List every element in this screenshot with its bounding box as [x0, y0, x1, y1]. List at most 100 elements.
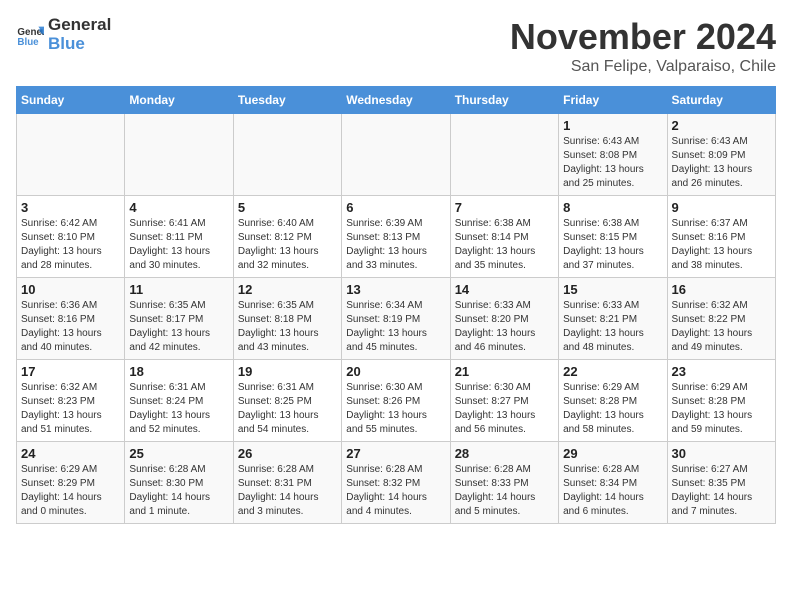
day-number: 2 [672, 118, 771, 133]
day-info: Sunrise: 6:32 AM Sunset: 8:22 PM Dayligh… [672, 299, 771, 355]
day-info: Sunrise: 6:28 AM Sunset: 8:31 PM Dayligh… [238, 463, 337, 519]
calendar-table: SundayMondayTuesdayWednesdayThursdayFrid… [16, 86, 776, 524]
calendar-cell: 14 Sunrise: 6:33 AM Sunset: 8:20 PM Dayli… [450, 278, 558, 360]
calendar-cell: 8 Sunrise: 6:38 AM Sunset: 8:15 PM Daylig… [559, 196, 667, 278]
day-info: Sunrise: 6:33 AM Sunset: 8:20 PM Dayligh… [455, 299, 554, 355]
day-number: 7 [455, 200, 554, 215]
title-area: November 2024 San Felipe, Valparaiso, Ch… [510, 16, 776, 76]
day-info: Sunrise: 6:35 AM Sunset: 8:17 PM Dayligh… [129, 299, 228, 355]
col-header-monday: Monday [125, 87, 233, 114]
day-number: 9 [672, 200, 771, 215]
logo-blue: Blue [48, 35, 111, 54]
day-number: 18 [129, 364, 228, 379]
calendar-cell: 10 Sunrise: 6:36 AM Sunset: 8:16 PM Dayli… [17, 278, 125, 360]
month-title: November 2024 [510, 16, 776, 58]
calendar-cell: 13Sunrise: 6:34 AM Sunset: 8:19 PM Dayli… [342, 278, 450, 360]
calendar-cell: 15Sunrise: 6:33 AM Sunset: 8:21 PM Dayli… [559, 278, 667, 360]
calendar-cell: 12 Sunrise: 6:35 AM Sunset: 8:18 PM Dayli… [233, 278, 341, 360]
calendar-cell: 19 Sunrise: 6:31 AM Sunset: 8:25 PM Dayli… [233, 360, 341, 442]
day-number: 17 [21, 364, 120, 379]
calendar-cell: 4 Sunrise: 6:41 AM Sunset: 8:11 PM Daylig… [125, 196, 233, 278]
day-info: Sunrise: 6:28 AM Sunset: 8:32 PM Dayligh… [346, 463, 445, 519]
day-number: 27 [346, 446, 445, 461]
day-number: 26 [238, 446, 337, 461]
calendar-cell: 30 Sunrise: 6:27 AM Sunset: 8:35 PM Dayli… [667, 442, 775, 524]
day-number: 8 [563, 200, 662, 215]
calendar-cell: 27 Sunrise: 6:28 AM Sunset: 8:32 PM Dayli… [342, 442, 450, 524]
day-info: Sunrise: 6:35 AM Sunset: 8:18 PM Dayligh… [238, 299, 337, 355]
day-info: Sunrise: 6:40 AM Sunset: 8:12 PM Dayligh… [238, 217, 337, 273]
day-number: 16 [672, 282, 771, 297]
calendar-cell: 7 Sunrise: 6:38 AM Sunset: 8:14 PM Daylig… [450, 196, 558, 278]
day-number: 20 [346, 364, 445, 379]
day-number: 6 [346, 200, 445, 215]
day-info: Sunrise: 6:37 AM Sunset: 8:16 PM Dayligh… [672, 217, 771, 273]
calendar-cell: 23Sunrise: 6:29 AM Sunset: 8:28 PM Dayli… [667, 360, 775, 442]
calendar-cell [450, 114, 558, 196]
col-header-wednesday: Wednesday [342, 87, 450, 114]
calendar-cell: 2Sunrise: 6:43 AM Sunset: 8:09 PM Daylig… [667, 114, 775, 196]
day-number: 5 [238, 200, 337, 215]
week-row-5: 24Sunrise: 6:29 AM Sunset: 8:29 PM Dayli… [17, 442, 776, 524]
day-number: 1 [563, 118, 662, 133]
calendar-cell: 22 Sunrise: 6:29 AM Sunset: 8:28 PM Dayli… [559, 360, 667, 442]
logo-icon: General Blue [16, 21, 44, 49]
day-info: Sunrise: 6:41 AM Sunset: 8:11 PM Dayligh… [129, 217, 228, 273]
day-number: 3 [21, 200, 120, 215]
day-number: 30 [672, 446, 771, 461]
day-info: Sunrise: 6:36 AM Sunset: 8:16 PM Dayligh… [21, 299, 120, 355]
day-number: 22 [563, 364, 662, 379]
calendar-cell: 24Sunrise: 6:29 AM Sunset: 8:29 PM Dayli… [17, 442, 125, 524]
week-row-2: 3 Sunrise: 6:42 AM Sunset: 8:10 PM Daylig… [17, 196, 776, 278]
day-info: Sunrise: 6:31 AM Sunset: 8:24 PM Dayligh… [129, 381, 228, 437]
day-info: Sunrise: 6:38 AM Sunset: 8:15 PM Dayligh… [563, 217, 662, 273]
day-info: Sunrise: 6:30 AM Sunset: 8:27 PM Dayligh… [455, 381, 554, 437]
day-info: Sunrise: 6:27 AM Sunset: 8:35 PM Dayligh… [672, 463, 771, 519]
calendar-cell: 16 Sunrise: 6:32 AM Sunset: 8:22 PM Dayli… [667, 278, 775, 360]
calendar-cell: 29 Sunrise: 6:28 AM Sunset: 8:34 PM Dayli… [559, 442, 667, 524]
calendar-cell [233, 114, 341, 196]
day-number: 25 [129, 446, 228, 461]
calendar-cell: 9 Sunrise: 6:37 AM Sunset: 8:16 PM Daylig… [667, 196, 775, 278]
calendar-cell: 5 Sunrise: 6:40 AM Sunset: 8:12 PM Daylig… [233, 196, 341, 278]
col-header-friday: Friday [559, 87, 667, 114]
day-info: Sunrise: 6:39 AM Sunset: 8:13 PM Dayligh… [346, 217, 445, 273]
day-info: Sunrise: 6:43 AM Sunset: 8:08 PM Dayligh… [563, 135, 662, 191]
calendar-cell: 18 Sunrise: 6:31 AM Sunset: 8:24 PM Dayli… [125, 360, 233, 442]
day-number: 15 [563, 282, 662, 297]
logo: General Blue General Blue [16, 16, 111, 53]
calendar-cell [342, 114, 450, 196]
col-header-tuesday: Tuesday [233, 87, 341, 114]
header-row: SundayMondayTuesdayWednesdayThursdayFrid… [17, 87, 776, 114]
day-number: 23 [672, 364, 771, 379]
day-number: 29 [563, 446, 662, 461]
calendar-cell: 26 Sunrise: 6:28 AM Sunset: 8:31 PM Dayli… [233, 442, 341, 524]
day-info: Sunrise: 6:38 AM Sunset: 8:14 PM Dayligh… [455, 217, 554, 273]
week-row-1: 1 Sunrise: 6:43 AM Sunset: 8:08 PM Daylig… [17, 114, 776, 196]
day-number: 12 [238, 282, 337, 297]
day-number: 10 [21, 282, 120, 297]
day-info: Sunrise: 6:34 AM Sunset: 8:19 PM Dayligh… [346, 299, 445, 355]
calendar-cell: 11Sunrise: 6:35 AM Sunset: 8:17 PM Dayli… [125, 278, 233, 360]
header: General Blue General Blue November 2024 … [16, 16, 776, 76]
calendar-cell: 25Sunrise: 6:28 AM Sunset: 8:30 PM Dayli… [125, 442, 233, 524]
col-header-saturday: Saturday [667, 87, 775, 114]
day-number: 14 [455, 282, 554, 297]
day-number: 21 [455, 364, 554, 379]
svg-text:Blue: Blue [17, 36, 39, 47]
calendar-cell [125, 114, 233, 196]
col-header-sunday: Sunday [17, 87, 125, 114]
day-info: Sunrise: 6:30 AM Sunset: 8:26 PM Dayligh… [346, 381, 445, 437]
day-info: Sunrise: 6:42 AM Sunset: 8:10 PM Dayligh… [21, 217, 120, 273]
day-info: Sunrise: 6:31 AM Sunset: 8:25 PM Dayligh… [238, 381, 337, 437]
day-info: Sunrise: 6:29 AM Sunset: 8:29 PM Dayligh… [21, 463, 120, 519]
calendar-cell: 17Sunrise: 6:32 AM Sunset: 8:23 PM Dayli… [17, 360, 125, 442]
calendar-cell: 20 Sunrise: 6:30 AM Sunset: 8:26 PM Dayli… [342, 360, 450, 442]
day-info: Sunrise: 6:28 AM Sunset: 8:34 PM Dayligh… [563, 463, 662, 519]
day-number: 4 [129, 200, 228, 215]
day-info: Sunrise: 6:28 AM Sunset: 8:33 PM Dayligh… [455, 463, 554, 519]
day-info: Sunrise: 6:29 AM Sunset: 8:28 PM Dayligh… [563, 381, 662, 437]
calendar-cell: 1 Sunrise: 6:43 AM Sunset: 8:08 PM Daylig… [559, 114, 667, 196]
day-number: 28 [455, 446, 554, 461]
day-number: 19 [238, 364, 337, 379]
